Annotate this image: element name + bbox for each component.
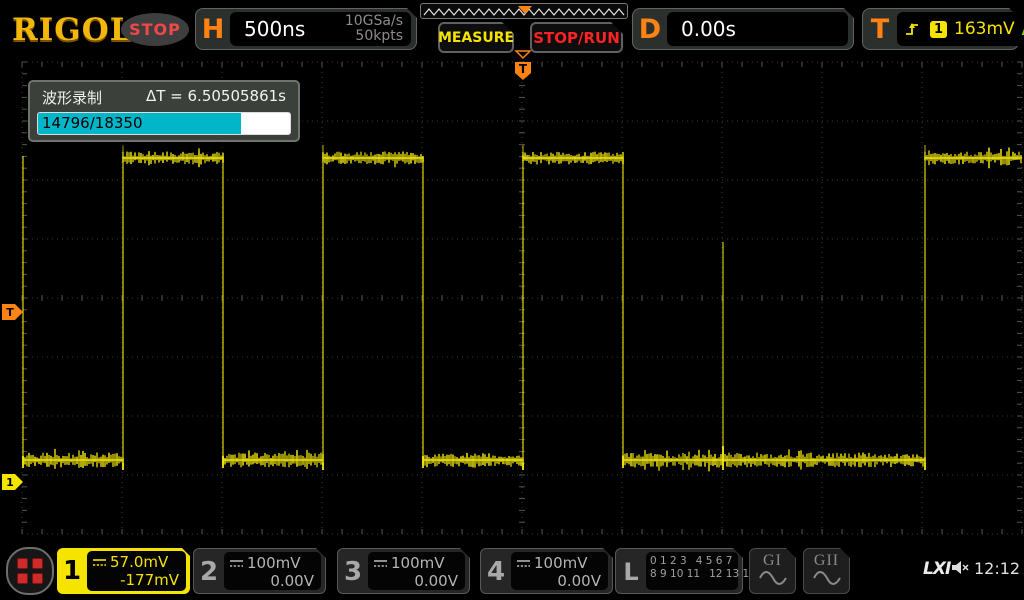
stop-run-button[interactable]: STOP/RUN (530, 22, 623, 53)
channel3-tile[interactable]: 3 100mV 0.00V (337, 548, 470, 594)
dc-coupling-icon (374, 559, 387, 568)
delay-value: 0.00s (681, 17, 736, 41)
measure-label: MEASURE (438, 30, 514, 46)
channel2-offset: 0.00V (230, 572, 314, 590)
trigger-level-value: 163mV (954, 19, 1015, 39)
rising-edge-trigger-icon (905, 21, 921, 37)
channel3-number: 3 (338, 549, 368, 595)
waveform-record-popup: 波形录制 ΔT = 6.50505861s 14796/18350 (28, 80, 300, 142)
horizontal-timebase-tile[interactable]: H 500ns 10GSa/s 50kpts (195, 8, 417, 50)
dc-coupling-icon (230, 559, 243, 568)
channel3-offset: 0.00V (374, 572, 458, 590)
memory-waveform-icon (421, 5, 627, 19)
memory-depth: 50kpts (355, 28, 403, 44)
la-label: L (616, 549, 646, 595)
record-progress-text: 14796/18350 (42, 114, 143, 132)
logic-analyzer-tile[interactable]: L 0 1 2 34 5 6 7 8 9 10 1112 13 14 15 (615, 548, 743, 594)
trigger-tile[interactable]: T 1 163mV A (862, 8, 1019, 50)
record-progress-bar: 14796/18350 (37, 112, 291, 135)
trigger-source-badge: 1 (930, 21, 947, 38)
menu-grid-icon (17, 558, 43, 584)
generator2-tile[interactable]: GII (803, 548, 850, 594)
channel2-number: 2 (194, 549, 224, 595)
speaker-muted-icon (950, 558, 970, 577)
oscilloscope-screen: T 1 T RIGOL STOP H 500ns 10GSa/s 50kpts ME… (0, 0, 1024, 600)
svg-text:T: T (519, 62, 528, 76)
record-popup-title: 波形录制 (42, 87, 102, 108)
run-state-badge: STOP (121, 13, 189, 46)
main-menu-button[interactable] (6, 547, 54, 595)
t-label: T (863, 14, 897, 45)
sample-rate: 10GSa/s (345, 13, 403, 29)
rigol-logo: RIGOL (12, 12, 133, 48)
la-digits-0-3: 0 1 2 3 (650, 555, 687, 567)
d-label: D (633, 14, 667, 45)
dc-coupling-icon (93, 558, 106, 567)
timebase-value: 500ns (244, 17, 305, 41)
channel4-number: 4 (481, 549, 511, 595)
h-label: H (196, 14, 230, 45)
svg-text:T: T (6, 306, 14, 319)
channel1-offset: -177mV (93, 571, 179, 589)
svg-text:1: 1 (6, 476, 14, 489)
channel4-tile[interactable]: 4 100mV 0.00V (480, 548, 613, 594)
record-delta-t: ΔT = 6.50505861s (146, 87, 286, 108)
channel3-scale: 100mV (391, 554, 445, 572)
channel4-scale: 100mV (534, 554, 588, 572)
la-digits-4-7: 4 5 6 7 (696, 555, 733, 567)
measure-button[interactable]: MEASURE (438, 22, 514, 53)
channel4-offset: 0.00V (517, 572, 601, 590)
channel1-number: 1 (57, 548, 87, 594)
generator1-tile[interactable]: GI (749, 548, 796, 594)
dc-coupling-icon (517, 559, 530, 568)
sine-wave-icon (758, 570, 788, 586)
channel1-scale: 57.0mV (110, 553, 168, 571)
generator1-label: GI (750, 552, 795, 570)
delay-tile[interactable]: D 0.00s (632, 8, 854, 50)
sine-wave-icon (812, 570, 842, 586)
channel2-tile[interactable]: 2 100mV 0.00V (193, 548, 326, 594)
channel1-tile[interactable]: 1 57.0mV -177mV (57, 548, 190, 594)
lxi-logo: LXI (923, 559, 950, 579)
stop-run-label: STOP/RUN (533, 29, 620, 47)
memory-position-bar[interactable] (420, 3, 628, 19)
channel2-scale: 100mV (247, 554, 301, 572)
la-digits-8-11: 8 9 10 11 (650, 568, 700, 580)
clock: 12:12 (974, 559, 1020, 578)
generator2-label: GII (804, 552, 849, 570)
